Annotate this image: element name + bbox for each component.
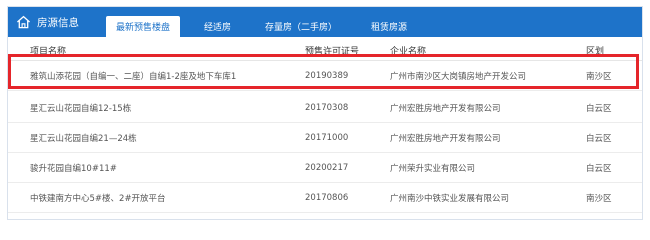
district-cell: 白云区	[586, 163, 612, 174]
tab-bar: 最新预售楼盘 经适房 存量房（二手房） 租赁房源	[106, 16, 431, 37]
permit-cell: 20170308	[305, 102, 349, 113]
table-row[interactable]: 骏升花园自编10#11# 20200217 广州荣升实业有限公司 白云区	[8, 153, 642, 183]
table-header: 项目名称 预售许可证号 企业名称 区划	[8, 41, 642, 61]
permit-cell: 20200217	[305, 162, 349, 173]
panel-title-text: 房源信息	[37, 16, 79, 29]
panel-title: 房源信息	[16, 7, 79, 37]
company-cell: 广州南沙中铁实业发展有限公司	[390, 193, 510, 204]
district-cell: 白云区	[586, 133, 612, 144]
housing-info-panel: 房源信息 最新预售楼盘 经适房 存量房（二手房） 租赁房源 项目名称 预售许可证…	[7, 6, 643, 220]
company-cell: 广州荣升实业有限公司	[390, 163, 476, 174]
project-name-cell[interactable]: 星汇云山花园自编21—24栋	[30, 123, 137, 152]
column-header-district: 区划	[586, 47, 605, 57]
table-row[interactable]: 星汇云山花园自编21—24栋 20171000 广州宏胜房地产开发有限公司 白云…	[8, 123, 642, 153]
panel-header: 房源信息 最新预售楼盘 经适房 存量房（二手房） 租赁房源	[8, 7, 642, 37]
project-name-cell[interactable]: 中铁建南方中心5#楼、2#开放平台	[30, 183, 166, 212]
tab-new-presale[interactable]: 最新预售楼盘	[106, 16, 181, 37]
tab-second-hand[interactable]: 存量房（二手房）	[255, 16, 347, 37]
district-cell: 南沙区	[586, 71, 612, 82]
home-icon	[17, 15, 30, 29]
column-header-project-name: 项目名称	[30, 47, 67, 57]
column-header-company: 企业名称	[390, 47, 427, 57]
tab-rental[interactable]: 租赁房源	[361, 16, 417, 37]
company-cell: 广州宏胜房地产开发有限公司	[390, 103, 501, 114]
table-row[interactable]: 中铁建南方中心5#楼、2#开放平台 20170806 广州南沙中铁实业发展有限公…	[8, 183, 642, 213]
column-header-permit: 预售许可证号	[305, 47, 360, 57]
table-row[interactable]: 雅筑山添花园（自编一、二座）自编1-2座及地下车库1 20190389 广州市南…	[8, 61, 642, 91]
district-cell: 白云区	[586, 103, 612, 114]
project-name-cell[interactable]: 雅筑山添花园（自编一、二座）自编1-2座及地下车库1	[30, 61, 236, 90]
permit-cell: 20190389	[305, 70, 349, 81]
tab-affordable-housing[interactable]: 经适房	[194, 16, 241, 37]
project-name-cell[interactable]: 星汇云山花园自编12-15栋	[30, 93, 131, 122]
company-cell: 广州市南沙区大岗镇房地产开发公司	[390, 71, 527, 82]
district-cell: 南沙区	[586, 193, 612, 204]
permit-cell: 20170806	[305, 192, 349, 203]
permit-cell: 20171000	[305, 132, 349, 143]
table-row[interactable]: 星汇云山花园自编12-15栋 20170308 广州宏胜房地产开发有限公司 白云…	[8, 93, 642, 123]
project-name-cell[interactable]: 骏升花园自编10#11#	[30, 153, 117, 182]
company-cell: 广州宏胜房地产开发有限公司	[390, 133, 501, 144]
